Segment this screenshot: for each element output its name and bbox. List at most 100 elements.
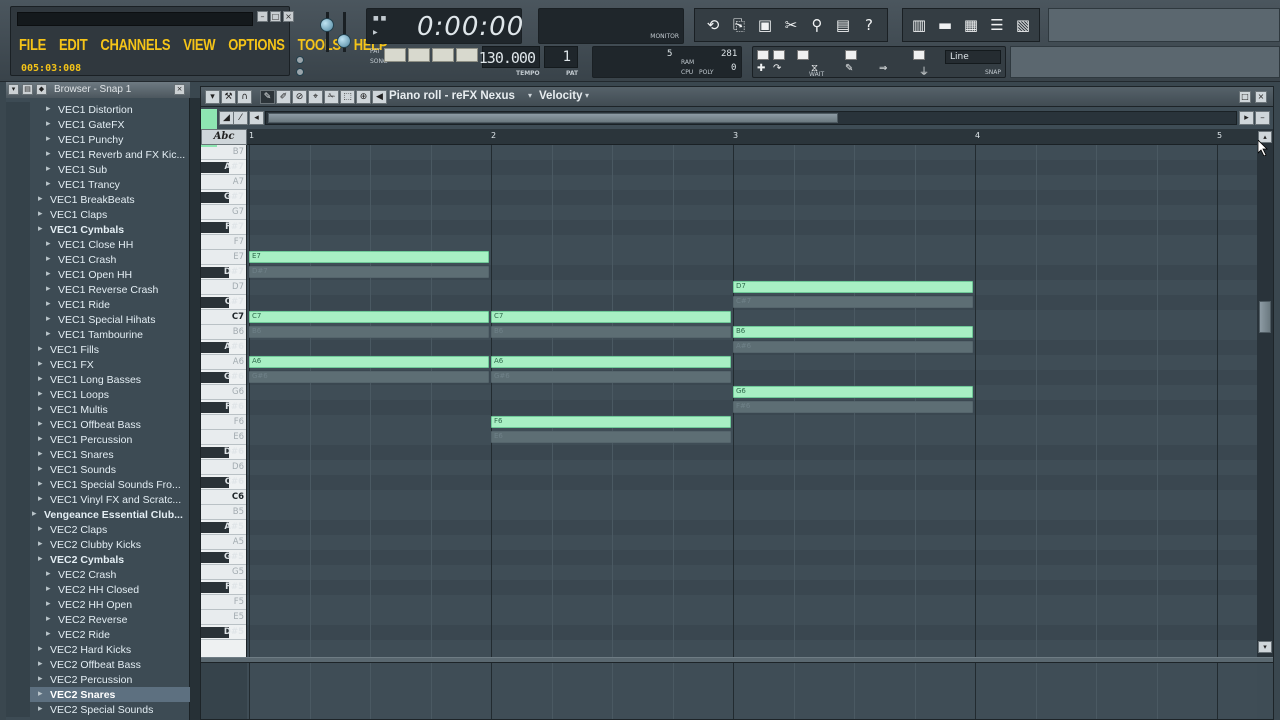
piano-key[interactable]: D#5 — [201, 625, 246, 640]
pr-close-button[interactable]: × — [1255, 91, 1267, 103]
playback-tool-icon[interactable]: ◀ — [372, 90, 387, 104]
options-menu-icon[interactable]: ▾ — [205, 90, 220, 104]
export-icon[interactable]: ▣ — [753, 13, 777, 37]
piano-key[interactable]: E7 — [201, 250, 246, 265]
browser-item[interactable]: ▸ VEC1 Percussion — [6, 432, 190, 447]
countdown-icon[interactable]: ↷ — [773, 63, 781, 74]
delete-tool-icon[interactable]: ⊘ — [292, 90, 307, 104]
midi-note[interactable]: A6 — [491, 356, 731, 368]
stop-button[interactable] — [408, 48, 430, 62]
mute-tool-icon[interactable]: ⌖ — [308, 90, 323, 104]
vertical-scroll-thumb[interactable] — [1259, 301, 1271, 333]
mic-icon[interactable]: ⚲ — [805, 13, 829, 37]
chevron-down-icon[interactable]: ▾ — [585, 91, 589, 100]
midi-note[interactable]: C7 — [249, 311, 489, 323]
scroll-right-icon[interactable]: ▸ — [1239, 111, 1254, 125]
edit-icon[interactable]: ✎ — [845, 63, 853, 74]
page-icon[interactable]: ▤ — [831, 13, 855, 37]
midi-note[interactable]: A6 — [249, 356, 489, 368]
piano-keyboard[interactable]: C8B7A#7A7G#7G7F#7F7E7D#7D7C#7C7B6A#6A6G#… — [201, 129, 247, 657]
midi-note[interactable]: B6 — [733, 326, 973, 338]
menu-options[interactable]: OPTIONS — [228, 36, 285, 54]
browser-item[interactable]: ▸ VEC1 Distortion — [6, 102, 190, 117]
piano-key[interactable]: D6 — [201, 460, 246, 475]
help-icon[interactable]: ? — [857, 13, 881, 37]
browser-scrollbar[interactable] — [190, 98, 200, 720]
pr-maximize-button[interactable]: □ — [1239, 91, 1251, 103]
browser-item[interactable]: ▸ VEC1 Reverse Crash — [6, 282, 190, 297]
piano-key[interactable]: G#7 — [201, 190, 246, 205]
piano-key[interactable]: G5 — [201, 565, 246, 580]
cut-icon[interactable]: ✂ — [779, 13, 803, 37]
browser-item[interactable]: ▸ VEC1 Trancy — [6, 177, 190, 192]
piano-roll-icon[interactable]: ☰ — [985, 13, 1009, 37]
playlist-icon[interactable]: ▥ — [907, 13, 931, 37]
browser-item[interactable]: ▸ VEC1 Special Sounds Fro... — [6, 477, 190, 492]
browser-search-icon[interactable]: ◆ — [36, 84, 47, 95]
piano-key[interactable]: F#7 — [201, 220, 246, 235]
browser-item[interactable]: ▸ VEC1 Punchy — [6, 132, 190, 147]
piano-key[interactable]: A#7 — [201, 160, 246, 175]
record-button[interactable] — [432, 48, 454, 62]
browser-item[interactable]: ▸ VEC1 Snares — [6, 447, 190, 462]
title-chevron-down-icon[interactable]: ▾ — [528, 91, 532, 100]
browser-item[interactable]: ▸ VEC1 Long Basses — [6, 372, 190, 387]
piano-key[interactable]: G#6 — [201, 370, 246, 385]
menu-file[interactable]: FILE — [19, 36, 46, 54]
piano-key[interactable]: B5 — [201, 505, 246, 520]
maximize-button[interactable]: □ — [270, 11, 281, 22]
piano-key[interactable]: F#6 — [201, 400, 246, 415]
browser-item[interactable]: ▸ VEC2 Crash — [6, 567, 190, 582]
browser-item[interactable]: ▸ VEC2 Hard Kicks — [6, 642, 190, 657]
browser-item[interactable]: ▸ VEC1 Claps — [6, 207, 190, 222]
minimize-button[interactable]: – — [257, 11, 268, 22]
browser-item[interactable]: ▸ VEC1 Close HH — [6, 237, 190, 252]
pattern-field[interactable]: 1 — [544, 46, 578, 68]
piano-key[interactable]: D7 — [201, 280, 246, 295]
browser-collapse-icon[interactable]: ▾ — [8, 84, 19, 95]
piano-key[interactable]: A6 — [201, 355, 246, 370]
step-edit-button[interactable] — [757, 50, 769, 60]
snap-dropdown[interactable]: Line — [945, 50, 1001, 64]
midi-note[interactable]: G6 — [733, 386, 973, 398]
piano-key[interactable]: G7 — [201, 205, 246, 220]
menu-view[interactable]: VIEW — [183, 36, 215, 54]
note-names-toggle[interactable]: Abc — [201, 129, 247, 145]
browser-item[interactable]: ▸ VEC1 FX — [6, 357, 190, 372]
piano-key[interactable]: E6 — [201, 430, 246, 445]
menu-edit[interactable]: EDIT — [59, 36, 88, 54]
bar-ruler[interactable]: 1 2 3 4 5 — [247, 129, 1257, 145]
loop-record-icon[interactable]: ✚ — [757, 63, 765, 74]
browser-item[interactable]: ▸ VEC1 Cymbals — [6, 222, 190, 237]
browser-item[interactable]: ▸ VEC1 Sounds — [6, 462, 190, 477]
play-button[interactable] — [384, 48, 406, 62]
time-display[interactable]: 0:00:00 — [417, 12, 524, 42]
browser-item[interactable]: ▸ VEC1 Ride — [6, 297, 190, 312]
piano-key[interactable]: G6 — [201, 385, 246, 400]
piano-key[interactable]: F6 — [201, 415, 246, 430]
browser-item[interactable]: ▸ VEC2 Snares — [6, 687, 190, 702]
piano-key[interactable]: C7 — [201, 310, 246, 325]
menu-channels[interactable]: CHANNELS — [100, 36, 170, 54]
zoom-out-icon[interactable]: – — [1255, 111, 1270, 125]
browser-item[interactable]: ▸ VEC1 Fills — [6, 342, 190, 357]
browser-item[interactable]: ▸ Vengeance Essential Club... — [6, 507, 190, 522]
piano-key[interactable]: A#6 — [201, 340, 246, 355]
midi-note[interactable]: C7 — [491, 311, 731, 323]
paint-tool-icon[interactable]: ✐ — [276, 90, 291, 104]
browser-item[interactable]: ▸ VEC2 Percussion — [6, 672, 190, 687]
piano-key[interactable]: F5 — [201, 595, 246, 610]
piano-key[interactable]: B6 — [201, 325, 246, 340]
select-tool-icon[interactable]: ⬚ — [340, 90, 355, 104]
metronome-button[interactable] — [797, 50, 809, 60]
slice-tool-icon[interactable]: ✁ — [324, 90, 339, 104]
piano-key[interactable]: D#6 — [201, 445, 246, 460]
browser-item[interactable]: ▸ VEC1 Tambourine — [6, 327, 190, 342]
horizontal-scroll-thumb[interactable] — [268, 113, 838, 123]
vertical-scrollbar[interactable]: ▴ ▾ — [1257, 129, 1273, 657]
browser-item[interactable]: ▸ VEC1 Offbeat Bass — [6, 417, 190, 432]
draw-mode-icon[interactable]: ◢ — [219, 111, 234, 125]
piano-key[interactable]: B7 — [201, 145, 246, 160]
draw-tool-icon[interactable]: ✎ — [260, 90, 275, 104]
close-button[interactable]: × — [283, 11, 294, 22]
